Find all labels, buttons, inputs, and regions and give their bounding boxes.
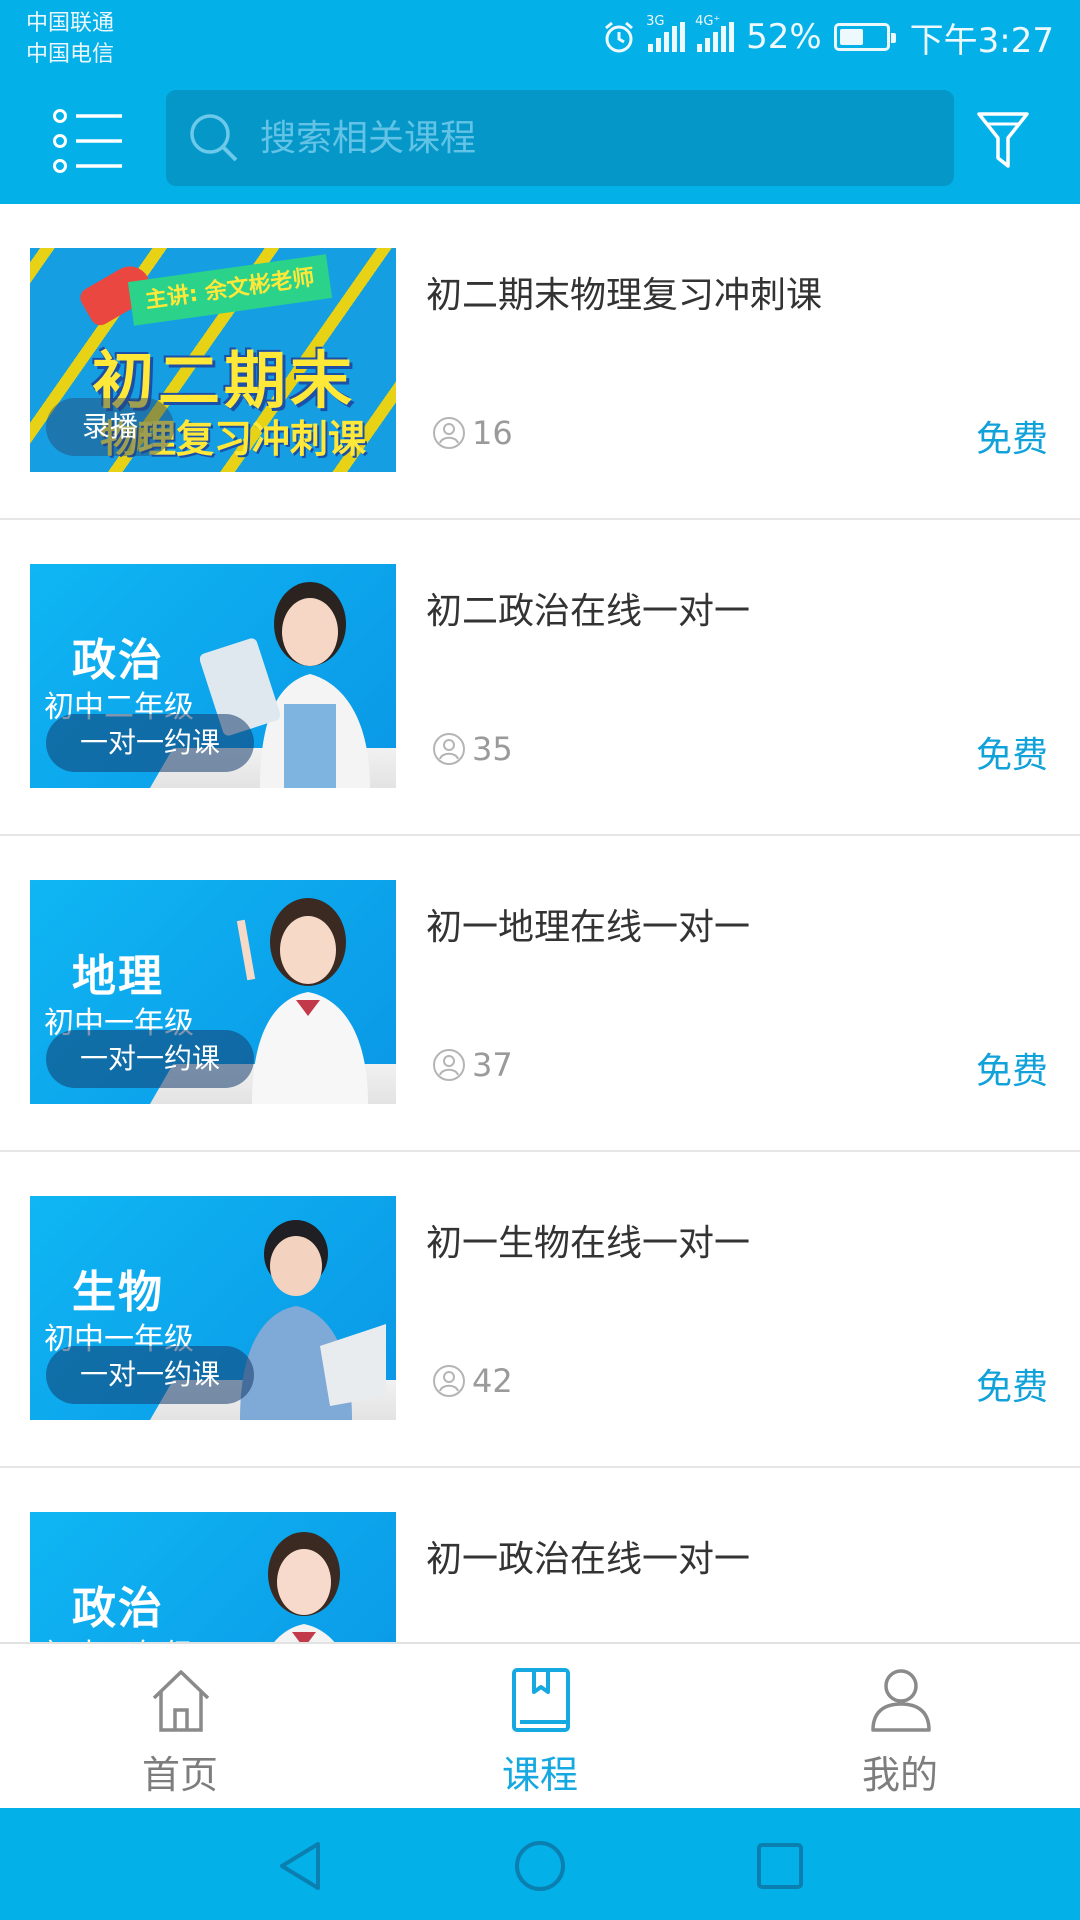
category-menu-button[interactable] <box>52 108 124 174</box>
course-type-badge: 录播 <box>46 398 175 456</box>
enrolled-number: 35 <box>472 730 513 768</box>
search-bar[interactable] <box>166 90 954 186</box>
course-price: 免费 <box>975 1367 1048 1408</box>
course-item[interactable]: 政治 初中一年级 初一政治在线一对一 <box>0 1468 1080 1644</box>
course-thumbnail: 主讲: 余文彬老师 初二期末 物理复习冲刺课 录播 <box>30 248 396 472</box>
user-icon <box>433 733 465 765</box>
filter-icon <box>977 112 1029 168</box>
nav-profile[interactable]: 我的 <box>720 1644 1080 1810</box>
thumbnail-subject: 生物 <box>72 1267 164 1318</box>
carrier-2: 中国电信 <box>26 42 115 67</box>
carrier-1: 中国联通 <box>26 11 115 36</box>
status-indicators: 3G 4G⁺ 52% 下午3:27 <box>602 14 1054 61</box>
course-type-badge: 一对一约课 <box>46 1346 255 1404</box>
user-icon <box>433 1365 465 1397</box>
thumbnail-subject: 政治 <box>72 1583 164 1634</box>
signal-3g-icon: 3G <box>646 14 686 52</box>
course-price: 免费 <box>975 1051 1048 1092</box>
nav-courses[interactable]: 课程 <box>360 1644 720 1810</box>
person-icon <box>871 1669 931 1732</box>
enrolled-number: 37 <box>472 1046 513 1084</box>
enrolled-count: 37 <box>432 1046 513 1084</box>
course-type-badge: 一对一约课 <box>46 1030 255 1088</box>
thumbnail-subject: 地理 <box>72 951 164 1002</box>
course-thumbnail: 地理 初中一年级 一对一约课 <box>30 880 396 1104</box>
status-bar: 中国联通 中国电信 3G 4G⁺ 52% 下午3:27 <box>0 0 1080 84</box>
course-title: 初一地理在线一对一 <box>426 907 751 948</box>
home-icon <box>152 1670 210 1732</box>
enrolled-number: 42 <box>472 1362 513 1400</box>
back-icon[interactable] <box>272 1838 328 1894</box>
enrolled-count: 16 <box>432 414 513 452</box>
signal-2-tag: 4G⁺ <box>695 14 721 29</box>
user-icon <box>433 1049 465 1081</box>
enrolled-count: 35 <box>432 730 513 768</box>
battery-icon <box>833 23 896 51</box>
battery-percent: 52% <box>746 17 822 57</box>
course-title: 初一政治在线一对一 <box>426 1539 751 1580</box>
enrolled-count: 42 <box>432 1362 513 1400</box>
top-app-bar <box>0 84 1080 204</box>
course-thumbnail: 政治 初中一年级 <box>30 1512 396 1644</box>
system-navigation-bar <box>0 1808 1080 1920</box>
nav-home[interactable]: 首页 <box>0 1644 360 1810</box>
course-item[interactable]: 主讲: 余文彬老师 初二期末 物理复习冲刺课 录播 初二期末物理复习冲刺课 16… <box>0 204 1080 520</box>
course-item[interactable]: 生物 初中一年级 一对一约课 初一生物在线一对一 42 免费 <box>0 1152 1080 1468</box>
bottom-navigation: 首页 课程 我的 <box>0 1642 1080 1808</box>
course-title: 初一生物在线一对一 <box>426 1223 751 1264</box>
clock: 下午3:27 <box>909 20 1054 61</box>
thumbnail-subject: 政治 <box>72 635 164 686</box>
course-list[interactable]: 主讲: 余文彬老师 初二期末 物理复习冲刺课 录播 初二期末物理复习冲刺课 16… <box>0 204 1080 1644</box>
enrolled-number: 16 <box>472 414 513 452</box>
nav-profile-label: 我的 <box>861 1753 938 1797</box>
book-icon <box>512 1668 570 1732</box>
alarm-icon <box>605 21 634 53</box>
course-type-badge: 一对一约课 <box>46 714 255 772</box>
course-thumbnail: 政治 初中二年级 一对一约课 <box>30 564 396 788</box>
course-title: 初二政治在线一对一 <box>426 591 751 632</box>
filter-button[interactable] <box>976 110 1030 170</box>
recents-icon[interactable] <box>752 1838 808 1894</box>
home-circle-icon[interactable] <box>512 1838 568 1894</box>
course-title: 初二期末物理复习冲刺课 <box>426 275 823 316</box>
list-menu-icon <box>53 109 122 173</box>
course-item[interactable]: 地理 初中一年级 一对一约课 初一地理在线一对一 37 免费 <box>0 836 1080 1152</box>
nav-home-label: 首页 <box>141 1753 218 1797</box>
course-price: 免费 <box>975 735 1048 776</box>
carrier-info: 中国联通 中国电信 <box>26 8 114 70</box>
search-input[interactable] <box>260 90 940 186</box>
course-item[interactable]: 政治 初中二年级 一对一约课 初二政治在线一对一 35 免费 <box>0 520 1080 836</box>
student-photo <box>268 1532 340 1644</box>
signal-1-tag: 3G <box>646 14 665 29</box>
course-thumbnail: 生物 初中一年级 一对一约课 <box>30 1196 396 1420</box>
nav-courses-label: 课程 <box>501 1753 578 1797</box>
search-icon <box>190 114 238 162</box>
signal-4g-icon: 4G⁺ <box>695 14 735 52</box>
user-icon <box>433 417 465 449</box>
course-price: 免费 <box>975 419 1048 460</box>
